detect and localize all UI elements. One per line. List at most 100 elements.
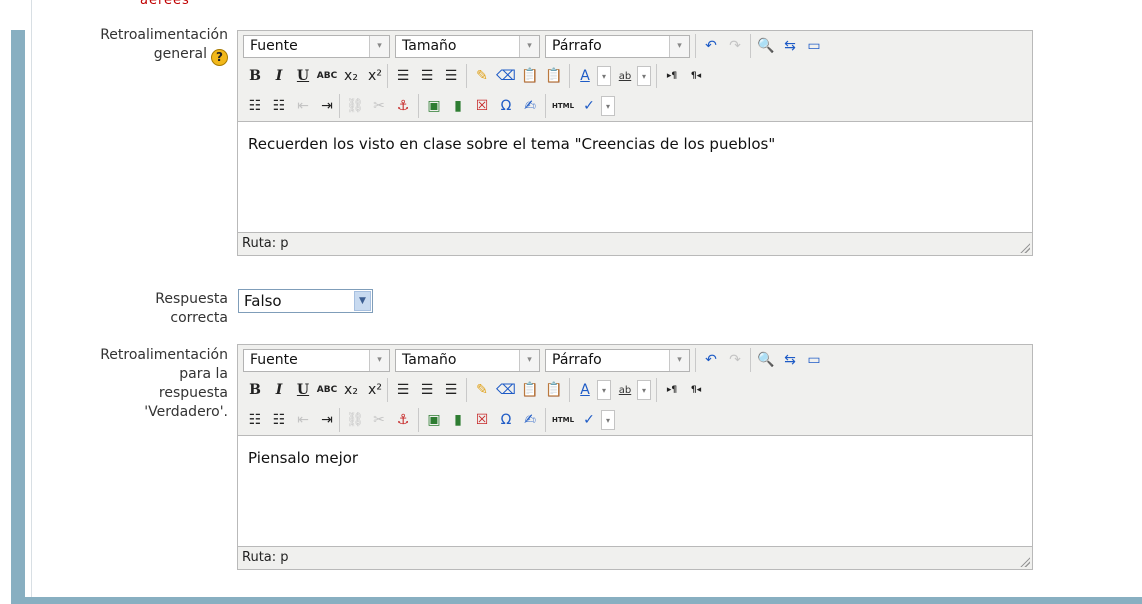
numbered-list-icon[interactable]: ☷	[268, 95, 290, 117]
rtl-icon[interactable]: ¶◂	[685, 379, 707, 401]
search-group: 🔍 ⇆ ▭	[750, 348, 829, 372]
find-icon[interactable]: 🔍	[755, 35, 777, 57]
emoticon-icon[interactable]: ☒	[471, 409, 493, 431]
font-size-select[interactable]: Tamaño ▾	[395, 348, 540, 372]
rtl-icon[interactable]: ¶◂	[685, 65, 707, 87]
align-center-icon[interactable]: ☰	[416, 379, 438, 401]
redo-icon[interactable]: ↷	[724, 349, 746, 371]
subscript-icon[interactable]: x₂	[340, 379, 362, 401]
ltr-icon[interactable]: ▸¶	[661, 65, 683, 87]
ltr-icon[interactable]: ▸¶	[661, 379, 683, 401]
edit-icon[interactable]: ✍	[519, 409, 541, 431]
special-char-icon[interactable]: Ω	[495, 409, 517, 431]
strikethrough-icon[interactable]: ABC	[316, 65, 338, 87]
highlight-color-icon[interactable]: ab	[614, 65, 636, 87]
align-right-icon[interactable]: ☰	[440, 379, 462, 401]
replace-icon[interactable]: ⇆	[779, 35, 801, 57]
spellcheck-icon[interactable]: ✓	[578, 409, 600, 431]
strikethrough-icon[interactable]: ABC	[316, 379, 338, 401]
correct-answer-select[interactable]: Falso ▼	[238, 289, 373, 313]
edit-icon[interactable]: ✍	[519, 95, 541, 117]
subscript-icon[interactable]: x₂	[340, 65, 362, 87]
superscript-icon[interactable]: x²	[364, 65, 386, 87]
align-right-icon[interactable]: ☰	[440, 65, 462, 87]
chevron-down-icon: ▾	[369, 35, 389, 57]
help-icon[interactable]: ?	[211, 49, 228, 66]
clean-format-icon[interactable]: ✎	[471, 379, 493, 401]
true-feedback-textarea[interactable]: Piensalo mejor	[238, 435, 1032, 547]
special-char-icon[interactable]: Ω	[495, 95, 517, 117]
media-icon[interactable]: ▮	[447, 409, 469, 431]
eraser-icon[interactable]: ⌫	[495, 379, 517, 401]
chevron-down-icon[interactable]: ▾	[637, 66, 651, 86]
outdent-icon[interactable]: ⇤	[292, 409, 314, 431]
paste-word-icon[interactable]: 📋	[543, 379, 565, 401]
format-select[interactable]: Párrafo ▾	[545, 348, 690, 372]
paste-text-icon[interactable]: 📋	[519, 65, 541, 87]
path-statusbar: Ruta: p	[238, 547, 1032, 569]
text-color-icon[interactable]: A	[574, 65, 596, 87]
html-source-icon[interactable]: HTML	[550, 409, 576, 431]
link-group: ⛓ ✂ ⚓	[339, 408, 418, 432]
html-source-icon[interactable]: HTML	[550, 95, 576, 117]
chevron-down-icon[interactable]: ▾	[601, 96, 615, 116]
clean-format-icon[interactable]: ✎	[471, 65, 493, 87]
align-left-icon[interactable]: ☰	[392, 65, 414, 87]
indent-icon[interactable]: ⇥	[316, 95, 338, 117]
paste-text-icon[interactable]: 📋	[519, 379, 541, 401]
bold-icon[interactable]: B	[244, 65, 266, 87]
anchor-icon[interactable]: ⚓	[392, 409, 414, 431]
chevron-down-icon[interactable]: ▾	[637, 380, 651, 400]
fullscreen-icon[interactable]: ▭	[803, 35, 825, 57]
redo-icon[interactable]: ↷	[724, 35, 746, 57]
superscript-icon[interactable]: x²	[364, 379, 386, 401]
align-center-icon[interactable]: ☰	[416, 65, 438, 87]
spellcheck-icon[interactable]: ✓	[578, 95, 600, 117]
underline-icon[interactable]: U	[292, 379, 314, 401]
chevron-down-icon[interactable]: ▾	[597, 380, 611, 400]
undo-icon[interactable]: ↶	[700, 35, 722, 57]
image-icon[interactable]: ▣	[423, 409, 445, 431]
anchor-icon[interactable]: ⚓	[392, 95, 414, 117]
numbered-list-icon[interactable]: ☷	[268, 409, 290, 431]
media-icon[interactable]: ▮	[447, 95, 469, 117]
bullet-list-icon[interactable]: ☷	[244, 409, 266, 431]
underline-icon[interactable]: U	[292, 65, 314, 87]
indent-icon[interactable]: ⇥	[316, 409, 338, 431]
highlight-color-icon[interactable]: ab	[614, 379, 636, 401]
general-feedback-textarea[interactable]: Recuerden los visto en clase sobre el te…	[238, 121, 1032, 233]
toolbar-row-3: ☷ ☷ ⇤ ⇥ ⛓ ✂ ⚓ ▣ ▮ ☒ Ω ✍ HTML ✓ ▾	[238, 91, 1032, 121]
undo-icon[interactable]: ↶	[700, 349, 722, 371]
bold-icon[interactable]: B	[244, 379, 266, 401]
fullscreen-icon[interactable]: ▭	[803, 349, 825, 371]
replace-icon[interactable]: ⇆	[779, 349, 801, 371]
bullet-list-icon[interactable]: ☷	[244, 95, 266, 117]
image-icon[interactable]: ▣	[423, 95, 445, 117]
find-icon[interactable]: 🔍	[755, 349, 777, 371]
emoticon-icon[interactable]: ☒	[471, 95, 493, 117]
eraser-icon[interactable]: ⌫	[495, 65, 517, 87]
chevron-down-icon: ▾	[519, 349, 539, 371]
link-icon[interactable]: ⛓	[344, 95, 366, 117]
format-select[interactable]: Párrafo ▾	[545, 34, 690, 58]
resize-handle[interactable]	[1019, 242, 1030, 253]
chevron-down-icon[interactable]: ▾	[597, 66, 611, 86]
text-color-icon[interactable]: A	[574, 379, 596, 401]
label-line: Retroalimentación	[100, 347, 228, 363]
unlink-icon[interactable]: ✂	[368, 95, 390, 117]
font-size-select[interactable]: Tamaño ▾	[395, 34, 540, 58]
link-icon[interactable]: ⛓	[344, 409, 366, 431]
font-family-select[interactable]: Fuente ▾	[243, 348, 390, 372]
font-family-select[interactable]: Fuente ▾	[243, 34, 390, 58]
italic-icon[interactable]: I	[268, 379, 290, 401]
align-left-icon[interactable]: ☰	[392, 379, 414, 401]
italic-icon[interactable]: I	[268, 65, 290, 87]
chevron-down-icon[interactable]: ▾	[601, 410, 615, 430]
unlink-icon[interactable]: ✂	[368, 409, 390, 431]
html-group: HTML ✓ ▾	[545, 408, 620, 432]
outdent-icon[interactable]: ⇤	[292, 95, 314, 117]
align-group: ☰ ☰ ☰	[387, 64, 466, 88]
paste-word-icon[interactable]: 📋	[543, 65, 565, 87]
resize-handle[interactable]	[1019, 556, 1030, 567]
toolbar-row-1: Fuente ▾ Tamaño ▾ Párrafo ▾ ↶ ↷ 🔍 ⇆ ▭	[238, 31, 1032, 61]
